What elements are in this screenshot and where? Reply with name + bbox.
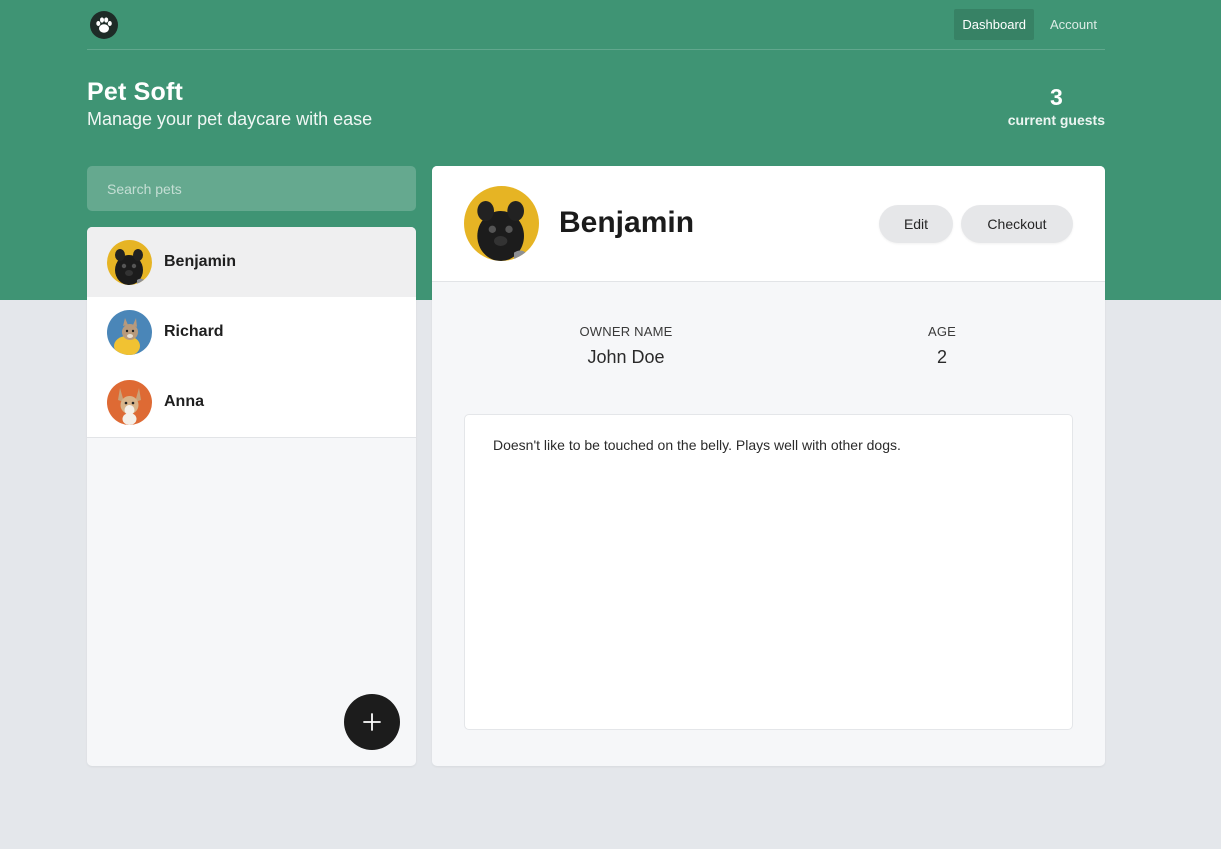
pet-detail-name: Benjamin (559, 206, 695, 239)
app-title: Pet Soft (87, 78, 184, 106)
pet-list-item-anna[interactable]: Anna (87, 367, 416, 437)
checkout-button[interactable]: Checkout (961, 205, 1073, 243)
guests-count: 3 (1049, 84, 1063, 110)
owner-info: OWNER NAME John Doe (526, 324, 726, 368)
owner-name-label: OWNER NAME (579, 324, 673, 339)
plus-icon (363, 713, 381, 731)
pet-list-panel: Benjamin Richard Anna (87, 227, 416, 766)
pet-list-item-benjamin[interactable]: Benjamin (87, 227, 416, 297)
pet-list: Benjamin Richard Anna (87, 227, 416, 438)
edit-button[interactable]: Edit (879, 205, 953, 243)
cat-avatar (107, 309, 152, 355)
age-label: AGE (927, 324, 957, 339)
add-pet-button[interactable] (344, 694, 400, 750)
pet-detail-panel: Benjamin Edit Checkout OWNER NAME John D… (432, 166, 1105, 766)
nav-dashboard-link[interactable]: Dashboard (954, 9, 1035, 40)
age-value: 2 (936, 347, 947, 367)
app-container: Dashboard Account Pet Soft Manage your p… (87, 0, 1105, 849)
pet-detail-header: Benjamin Edit Checkout (432, 166, 1105, 282)
pet-name: Anna (164, 393, 204, 410)
pet-notes: Doesn't like to be touched on the belly.… (464, 414, 1073, 730)
guests-stat: 3 current guests (1008, 84, 1105, 128)
pug-avatar (464, 186, 539, 261)
nav-links: Dashboard Account (954, 9, 1105, 40)
owner-name-value: John Doe (587, 347, 665, 367)
nav-account-link[interactable]: Account (1042, 9, 1105, 40)
pug-avatar (107, 239, 152, 285)
pet-name: Benjamin (164, 253, 237, 270)
pet-name: Richard (164, 323, 224, 340)
pet-list-item-richard[interactable]: Richard (87, 297, 416, 367)
guests-label: current guests (1007, 112, 1105, 128)
app-subtitle: Manage your pet daycare with ease (87, 109, 373, 129)
corgi-avatar (107, 379, 152, 425)
paw-icon[interactable] (90, 11, 118, 39)
top-nav: Dashboard Account (87, 0, 1105, 50)
search-input[interactable] (87, 166, 416, 211)
age-info: AGE 2 (842, 324, 1042, 368)
